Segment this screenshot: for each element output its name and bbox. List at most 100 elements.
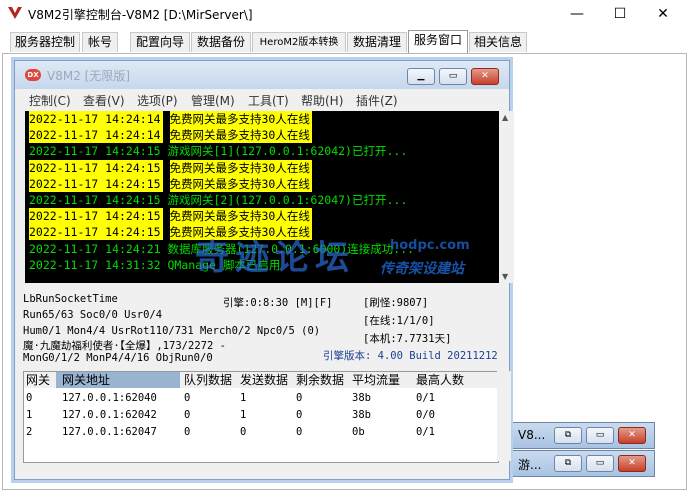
close-icon[interactable]: ✕ bbox=[648, 3, 678, 25]
table-cell: 0 bbox=[296, 392, 303, 404]
table-cell: 0 bbox=[296, 426, 303, 438]
stat-online: [在线:1/1/0] bbox=[363, 315, 435, 327]
log-scrollbar[interactable]: ▲ ▼ bbox=[499, 111, 514, 283]
col-max-users[interactable]: 最高人数 bbox=[416, 372, 464, 388]
tab-about[interactable]: 相关信息 bbox=[469, 32, 527, 52]
menu-help[interactable]: 帮助(H) bbox=[301, 92, 343, 109]
tab-service-window[interactable]: 服务窗口 bbox=[408, 30, 468, 53]
col-gateway[interactable]: 网关 bbox=[26, 372, 50, 388]
table-cell: 0 bbox=[296, 409, 303, 421]
tab-herom2-convert[interactable]: HeroM2版本转换 bbox=[252, 32, 346, 52]
tab-account[interactable]: 帐号 bbox=[82, 32, 118, 52]
maximize-icon[interactable]: ▭ bbox=[439, 68, 467, 85]
col-queue[interactable]: 队列数据 bbox=[184, 372, 232, 388]
close-icon[interactable]: ✕ bbox=[618, 455, 646, 472]
maximize-icon[interactable]: ☐ bbox=[605, 3, 635, 25]
table-cell: 0/1 bbox=[416, 392, 435, 404]
menu-bar: 控制(C) 查看(V) 选项(P) 管理(M) 工具(T) 帮助(H) 插件(Z… bbox=[15, 90, 509, 109]
log-text: 2022-11-17 14:24:15 bbox=[29, 159, 163, 176]
stat-run: Run65/63 Soc0/0 Usr0/4 bbox=[23, 309, 163, 321]
close-icon[interactable]: ✕ bbox=[618, 427, 646, 444]
stat-engine-time: 引擎:0:8:30 [M][F] bbox=[223, 297, 333, 309]
table-cell: 127.0.0.1:62047 bbox=[62, 426, 157, 438]
col-avg-traffic[interactable]: 平均流量 bbox=[352, 372, 400, 388]
log-text: 2022-11-17 14:24:14 bbox=[29, 111, 163, 127]
dx-logo-icon: DX bbox=[25, 69, 41, 81]
log-message: 免费网关最多支持30人在线 bbox=[169, 159, 312, 176]
log-message: 免费网关最多支持30人在线 bbox=[169, 127, 312, 144]
menu-plugins[interactable]: 插件(Z) bbox=[356, 92, 398, 109]
window-title: V8M2引擎控制台-V8M2 [D:\MirServer\] bbox=[28, 8, 253, 22]
table-cell: 0 bbox=[26, 392, 33, 404]
minimized-window-1[interactable]: V V8... ⧉ ▭ ✕ bbox=[495, 422, 655, 449]
table-cell: 0/0 bbox=[416, 409, 435, 421]
stats-panel: LbRunSocketTime 引擎:0:8:30 [M][F] [刷怪:980… bbox=[23, 293, 503, 373]
table-row[interactable]: 1 127.0.0.1:62042 0 1 0 38b 0/0 bbox=[24, 407, 498, 424]
minimized-window-title: V8... bbox=[518, 428, 546, 442]
close-icon[interactable]: ✕ bbox=[471, 68, 499, 85]
menu-view[interactable]: 查看(V) bbox=[83, 92, 125, 109]
table-cell: 38b bbox=[352, 392, 371, 404]
log-text: 2022-11-17 14:24:15 bbox=[29, 144, 161, 159]
scroll-up-icon[interactable]: ▲ bbox=[502, 113, 508, 122]
table-scrollbar[interactable] bbox=[497, 371, 511, 461]
tab-data-cleanup[interactable]: 数据清理 bbox=[347, 32, 407, 52]
log-message: 免费网关最多支持30人在线 bbox=[169, 111, 312, 127]
table-cell: 0 bbox=[184, 409, 191, 421]
restore-icon[interactable]: ⧉ bbox=[554, 455, 582, 472]
maximize-icon[interactable]: ▭ bbox=[586, 455, 614, 472]
minimized-window-2[interactable]: V 游... ⧉ ▭ ✕ bbox=[495, 450, 655, 477]
maximize-icon[interactable]: ▭ bbox=[586, 427, 614, 444]
gateway-table: 网关 网关地址 队列数据 发送数据 剩余数据 平均流量 最高人数 0 127.0.… bbox=[23, 371, 499, 463]
tab-data-backup[interactable]: 数据备份 bbox=[191, 32, 251, 52]
table-row[interactable]: 2 127.0.0.1:62047 0 0 0 0b 0/1 bbox=[24, 424, 498, 441]
log-line: 2022-11-17 14:24:15 免费网关最多支持30人在线 bbox=[25, 208, 499, 225]
watermark-logo: 奇迹论坛 bbox=[195, 238, 355, 278]
log-line: 2022-11-17 14:24:15 游戏网关[2](127.0.0.1:62… bbox=[25, 192, 499, 208]
table-cell: 0 bbox=[240, 426, 247, 438]
tab-server-control[interactable]: 服务器控制 bbox=[10, 32, 80, 52]
stat-version: 引擎版本: 4.00 Build 20211212 bbox=[323, 350, 498, 362]
menu-manage[interactable]: 管理(M) bbox=[191, 92, 235, 109]
tab-strip: 服务器控制 帐号 配置向导 数据备份 HeroM2版本转换 数据清理 服务窗口 … bbox=[0, 30, 687, 54]
col-remaining[interactable]: 剩余数据 bbox=[296, 372, 344, 388]
menu-control[interactable]: 控制(C) bbox=[29, 92, 71, 109]
table-cell: 2 bbox=[26, 426, 33, 438]
table-cell: 1 bbox=[240, 409, 247, 421]
scroll-down-icon[interactable]: ▼ bbox=[502, 272, 508, 281]
title-bar: V8M2引擎控制台-V8M2 [D:\MirServer\] — ☐ ✕ bbox=[0, 0, 687, 28]
stat-local: [本机:7.7731天] bbox=[363, 333, 452, 345]
col-address[interactable]: 网关地址 bbox=[56, 372, 180, 388]
table-cell: 1 bbox=[240, 392, 247, 404]
table-cell: 0 bbox=[184, 392, 191, 404]
table-cell: 127.0.0.1:62040 bbox=[62, 392, 157, 404]
log-text: 2022-11-17 14:24:14 bbox=[29, 127, 163, 144]
stat-lbrun: LbRunSocketTime bbox=[23, 293, 118, 305]
child-title-bar: DX V8M2 [无限版] ▁ ▭ ✕ bbox=[15, 61, 509, 89]
log-line: 2022-11-17 14:24:15 免费网关最多支持30人在线 bbox=[25, 159, 499, 176]
log-text: 2022-11-17 14:24:15 bbox=[29, 175, 163, 192]
log-message: 游戏网关[2](127.0.0.1:62047)已打开... bbox=[167, 192, 408, 207]
table-header: 网关 网关地址 队列数据 发送数据 剩余数据 平均流量 最高人数 bbox=[24, 372, 498, 388]
log-text: 2022-11-17 14:24:15 bbox=[29, 208, 163, 225]
minimize-icon[interactable]: — bbox=[562, 3, 592, 25]
table-cell: 0/1 bbox=[416, 426, 435, 438]
minimize-icon[interactable]: ▁ bbox=[407, 68, 435, 85]
table-cell: 0b bbox=[352, 426, 365, 438]
restore-icon[interactable]: ⧉ bbox=[554, 427, 582, 444]
log-text: 2022-11-17 14:31:32 bbox=[29, 257, 161, 272]
menu-tools[interactable]: 工具(T) bbox=[248, 92, 289, 109]
table-h-scrollbar[interactable] bbox=[24, 463, 498, 475]
table-cell: 1 bbox=[26, 409, 33, 421]
log-line: 2022-11-17 14:24:15 免费网关最多支持30人在线 bbox=[25, 175, 499, 192]
table-cell: 0 bbox=[184, 426, 191, 438]
tab-config-wizard[interactable]: 配置向导 bbox=[130, 32, 190, 52]
stat-boss: 魔·九魔劫福利使者·【全爆】,173/2272 - bbox=[23, 340, 226, 352]
log-line: 2022-11-17 14:24:15 游戏网关[1](127.0.0.1:62… bbox=[25, 143, 499, 159]
table-row[interactable]: 0 127.0.0.1:62040 0 1 0 38b 0/1 bbox=[24, 390, 498, 407]
table-cell: 127.0.0.1:62042 bbox=[62, 409, 157, 421]
child-window-title: V8M2 [无限版] bbox=[47, 69, 131, 83]
log-line: 2022-11-17 14:24:14 免费网关最多支持30人在线 bbox=[25, 127, 499, 144]
col-sent[interactable]: 发送数据 bbox=[240, 372, 288, 388]
menu-options[interactable]: 选项(P) bbox=[137, 92, 178, 109]
